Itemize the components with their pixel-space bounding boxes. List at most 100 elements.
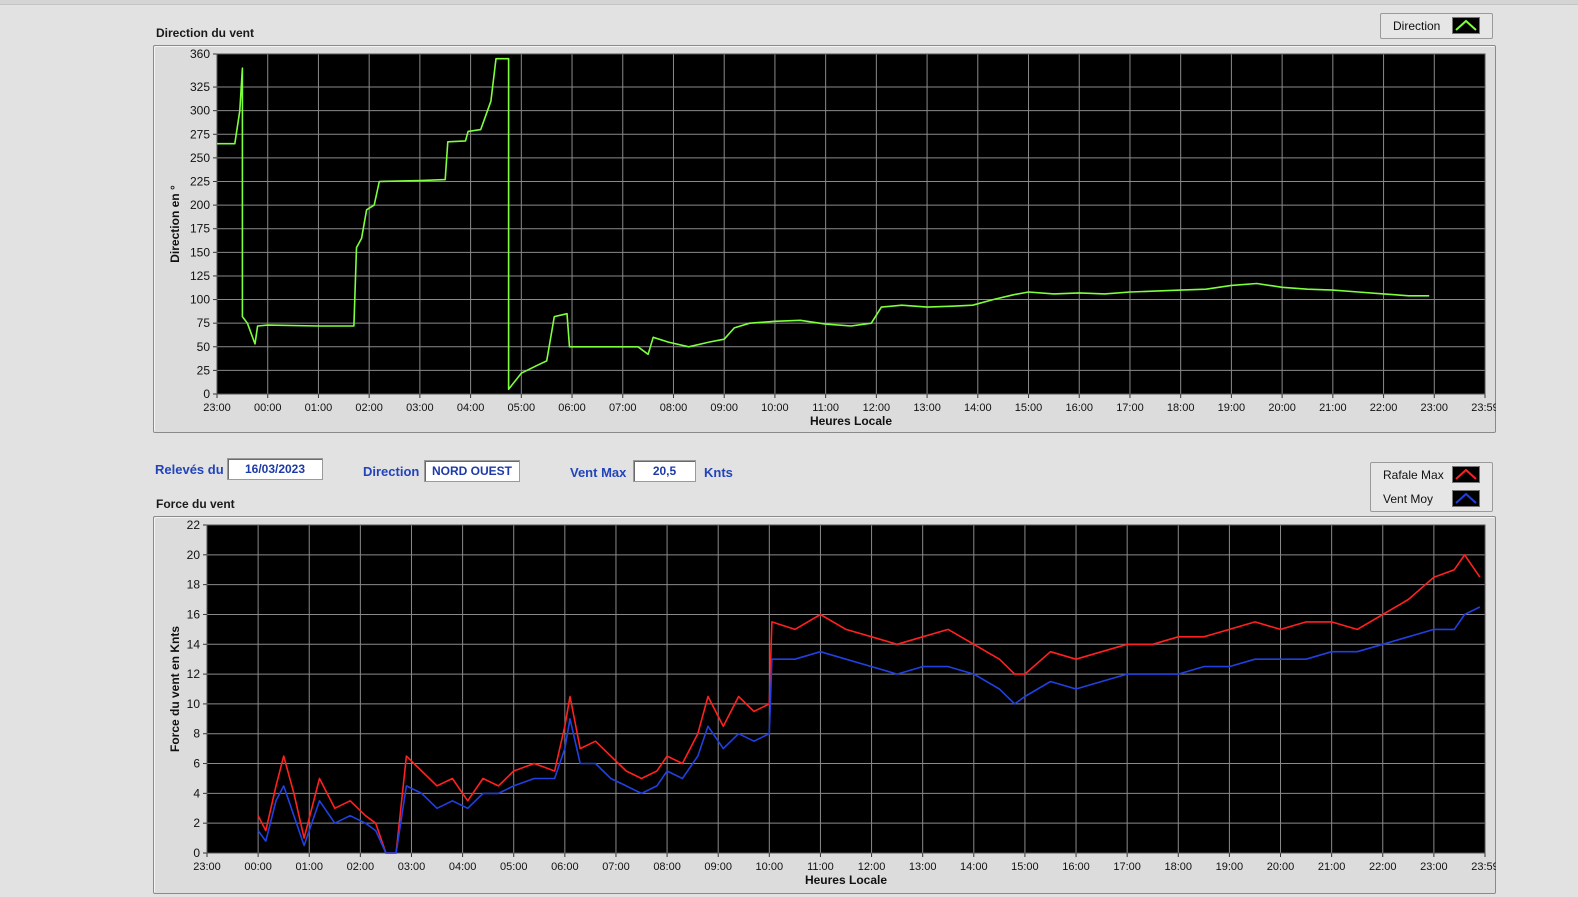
x-tick-label: 07:00 [609,402,637,414]
x-tick-label: 09:00 [710,402,738,414]
x-axis-label: Heures Locale [805,873,887,887]
y-tick-label: 325 [190,80,210,94]
y-axis-label: Direction en ° [168,185,182,263]
ventmax-unit: Knts [704,465,733,480]
legend-line-ventmoy [1455,492,1477,504]
y-tick-label: 175 [190,222,210,236]
x-tick-label: 06:00 [558,402,586,414]
x-tick-label: 23:00 [1421,402,1449,414]
y-tick-label: 275 [190,127,210,141]
y-tick-label: 300 [190,104,210,118]
legend-label-rafale: Rafale Max [1383,468,1444,482]
x-tick-label: 15:00 [1015,402,1043,414]
x-tick-label: 23:59 [1471,861,1496,873]
legend-item-ventmoy[interactable]: Vent Moy [1371,487,1492,511]
top-chart-legend[interactable]: Direction [1380,13,1493,39]
x-tick-label: 01:00 [305,402,333,414]
x-tick-label: 21:00 [1318,861,1346,873]
plot-area[interactable] [207,525,1485,853]
x-tick-label: 20:00 [1268,402,1296,414]
y-tick-label: 100 [190,293,210,307]
y-tick-label: 0 [203,387,210,401]
x-tick-label: 04:00 [457,402,485,414]
y-tick-label: 125 [190,269,210,283]
x-tick-label: 08:00 [653,861,681,873]
y-tick-label: 2 [193,816,200,830]
x-tick-label: 05:00 [508,402,536,414]
x-tick-label: 18:00 [1167,402,1195,414]
legend-line-direction [1455,19,1477,31]
y-tick-label: 6 [193,757,200,771]
y-tick-label: 20 [187,548,201,562]
x-tick-label: 20:00 [1267,861,1295,873]
direction-chart[interactable]: 23:00 00:00 01:00 02:00 03:00 04:00 05:00 06:00… [153,45,1496,433]
y-tick-label: 10 [187,697,201,711]
x-tick-label: 23:59 [1471,402,1496,414]
legend-label-direction: Direction [1393,19,1441,33]
legend-item-direction[interactable]: Direction [1381,14,1492,38]
x-tick-label: 14:00 [964,402,992,414]
x-axis-label: Heures Locale [810,414,892,428]
x-tick-label: 04:00 [449,861,477,873]
x-tick-label: 19:00 [1216,861,1244,873]
x-tick-label: 14:00 [960,861,988,873]
x-tick-label: 23:00 [1420,861,1448,873]
ventmax-value-field[interactable]: 20,5 [633,460,696,482]
x-tick-label: 12:00 [858,861,886,873]
x-tick-label: 13:00 [913,402,941,414]
y-tick-label: 360 [190,47,210,61]
y-tick-label: 50 [197,340,211,354]
line-style-icon[interactable] [1452,490,1480,507]
x-tick-label: 07:00 [602,861,630,873]
y-tick-label: 18 [187,578,201,592]
legend-item-rafale[interactable]: Rafale Max [1371,463,1492,487]
x-tick-label: 03:00 [406,402,434,414]
y-tick-label: 12 [187,667,201,681]
x-tick-label: 23:00 [203,402,231,414]
window-top-edge [0,0,1578,5]
y-tick-label: 200 [190,198,210,212]
x-tick-label: 22:00 [1369,861,1397,873]
direction-label: Direction [363,464,420,479]
x-tick-label: 16:00 [1065,402,1093,414]
y-tick-label: 16 [187,607,201,621]
releves-label: Relevés du [155,462,224,477]
y-tick-label: 0 [193,846,200,860]
y-tick-label: 25 [197,363,211,377]
plot-area[interactable] [217,54,1485,394]
y-tick-label: 250 [190,151,210,165]
releves-date-field[interactable]: 16/03/2023 [227,458,323,480]
ventmax-label: Vent Max [570,465,627,480]
force-chart[interactable]: 23:00 00:00 01:00 02:00 03:00 04:00 05:00 06:00… [153,516,1496,894]
y-tick-label: 8 [193,727,200,741]
x-tick-label: 02:00 [355,402,383,414]
x-tick-label: 23:00 [193,861,221,873]
x-tick-label: 13:00 [909,861,937,873]
bottom-chart-title: Force du vent [156,497,235,511]
y-tick-label: 4 [193,786,200,800]
direction-value-field[interactable]: NORD OUEST [424,460,520,482]
x-tick-label: 10:00 [756,861,784,873]
x-tick-label: 11:00 [812,402,839,414]
x-tick-label: 05:00 [500,861,528,873]
line-style-icon[interactable] [1452,466,1480,483]
x-tick-label: 11:00 [807,861,834,873]
top-chart-title: Direction du vent [156,26,255,40]
x-tick-label: 03:00 [398,861,426,873]
x-tick-label: 22:00 [1370,402,1398,414]
x-tick-label: 01:00 [295,861,323,873]
x-tick-label: 00:00 [244,861,272,873]
x-tick-label: 18:00 [1165,861,1193,873]
y-axis-label: Force du vent en Knts [168,626,182,752]
x-tick-label: 12:00 [863,402,891,414]
x-tick-label: 15:00 [1011,861,1039,873]
x-tick-label: 08:00 [660,402,688,414]
bottom-chart-legend[interactable]: Rafale Max Vent Moy [1370,462,1493,512]
x-tick-label: 02:00 [347,861,375,873]
x-tick-label: 10:00 [761,402,789,414]
y-tick-label: 75 [197,316,211,330]
x-tick-label: 17:00 [1116,402,1144,414]
line-style-icon[interactable] [1452,17,1480,34]
x-tick-label: 16:00 [1062,861,1090,873]
legend-label-ventmoy: Vent Moy [1383,492,1434,506]
